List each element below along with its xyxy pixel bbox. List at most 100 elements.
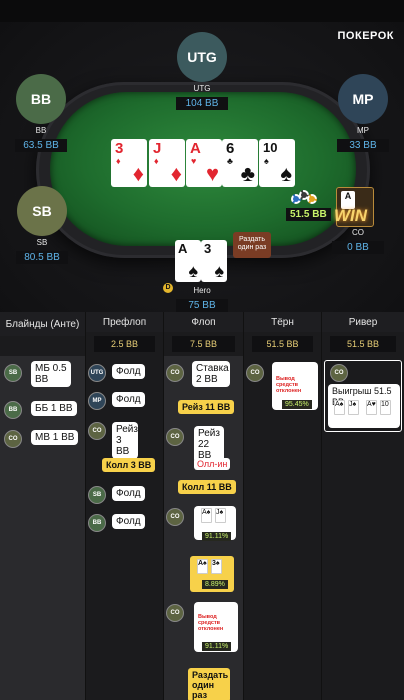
equity-label: 91.11% xyxy=(202,642,232,651)
seat-name: MP xyxy=(357,126,369,135)
allin-label: Олл-ин xyxy=(194,458,231,470)
cashout-text: Вывод средств отклонен xyxy=(198,614,224,632)
win-bubble: Выигрыш 51.5 BB A♠ J♠ A♥ 10 xyxy=(328,384,400,428)
hero-action-bubble: Рейз 11 BB xyxy=(178,400,235,414)
hero-action-bubble: Раздать один раз xyxy=(188,668,230,700)
board-card: 6 ♣ ♣ xyxy=(222,139,258,187)
deal-once-badge: Раздать один раз xyxy=(233,232,271,258)
seat-mp[interactable]: MP MP 33 BB xyxy=(334,74,392,153)
action-bubble: МБ 0.5 BB xyxy=(31,361,71,387)
board-card: 3 ♦ ♦ xyxy=(111,139,147,187)
win-badge: WIN xyxy=(334,206,368,225)
column-title: Флоп xyxy=(164,312,243,332)
avatar: UTG xyxy=(177,32,227,82)
board-card: A ♥ ♥ xyxy=(186,139,222,187)
position-chip: BB xyxy=(4,401,22,419)
position-chip: CO xyxy=(166,508,184,526)
seat-utg[interactable]: UTG UTG 104 BB xyxy=(172,32,232,111)
equity-label: 95.45% xyxy=(282,400,312,409)
card-icon: J♠ xyxy=(215,508,226,523)
hand-replay-screen: ПОКЕРОК UTG UTG 104 BB BB BB 63.5 BB MP … xyxy=(0,0,404,700)
action-bubble: ББ 1 BB xyxy=(31,401,77,416)
column-body: CO Выигрыш 51.5 BB A♠ J♠ A♥ 10 xyxy=(322,356,404,700)
position-chip: CO xyxy=(330,364,348,382)
column-preflop: Префлоп 2.5 BB UTG Фолд MP Фолд CO Рейз … xyxy=(86,312,164,700)
position-chip: UTG xyxy=(88,364,106,382)
column-flop: Флоп 7.5 BB CO Ставка 2 BB Рейз 11 BB CO… xyxy=(164,312,244,700)
position-chip: CO xyxy=(166,364,184,382)
seat-name: CO xyxy=(352,228,364,237)
board-card: J ♦ ♦ xyxy=(149,139,185,187)
column-title: Блайнды (Анте) xyxy=(0,312,85,336)
column-title: Ривер xyxy=(322,312,404,332)
action-bubble: Фолд xyxy=(112,486,145,501)
seat-stack: 80.5 BB xyxy=(16,251,68,264)
hero-card: 3 ♠ xyxy=(201,240,227,282)
action-bubble: Фолд xyxy=(112,392,145,407)
card-icon: A♠ xyxy=(334,400,345,415)
action-bubble: МВ 1 BB xyxy=(31,430,79,445)
action-bubble: Фолд xyxy=(112,514,145,529)
column-blinds: Блайнды (Анте) SB МБ 0.5 BB BB ББ 1 BB C… xyxy=(0,312,86,700)
hero-action-bubble: Колл 3 BB xyxy=(102,458,156,472)
cashout-text: Вывод средств отклонен xyxy=(276,376,302,394)
position-chip: CO xyxy=(4,430,22,448)
card-icon: 10 xyxy=(380,400,391,415)
board-card: 10 ♠ ♠ xyxy=(259,139,295,187)
avatar: BB xyxy=(16,74,66,124)
seat-stack: 104 BB xyxy=(176,97,228,110)
card-icon: 3♠ xyxy=(211,559,222,574)
action-bubble: Фолд xyxy=(112,364,145,379)
seat-name: SB xyxy=(36,238,48,247)
action-bubble: Рейз 3 BB xyxy=(112,422,138,459)
equity-label: 8.89% xyxy=(202,580,228,589)
brand-logo: ПОКЕРОК xyxy=(337,30,394,42)
position-chip: SB xyxy=(4,364,22,382)
position-chip: CO xyxy=(88,422,106,440)
seat-sb[interactable]: SB SB 80.5 BB xyxy=(14,186,70,265)
pot-amount: 51.5 BB xyxy=(286,208,331,221)
column-title: Тёрн xyxy=(244,312,321,332)
seat-stack: 33 BB xyxy=(337,139,389,152)
equity-label: 91.11% xyxy=(202,532,232,541)
column-turn: Тёрн 51.5 BB CO Вывод средств отклонен 9… xyxy=(244,312,322,700)
seat-stack: 0 BB xyxy=(332,241,384,254)
card-icon: J♠ xyxy=(348,400,359,415)
seat-co[interactable]: CO 0 BB xyxy=(330,226,386,255)
card-icon: A♠ xyxy=(201,508,212,523)
hand-history: Блайнды (Анте) SB МБ 0.5 BB BB ББ 1 BB C… xyxy=(0,312,404,700)
card-icon: A♠ xyxy=(197,559,208,574)
position-chip: MP xyxy=(88,392,106,410)
position-chip: SB xyxy=(88,486,106,504)
column-body: CO Вывод средств отклонен 95.45% xyxy=(244,356,321,700)
column-pot: 2.5 BB xyxy=(94,336,155,352)
position-chip: CO xyxy=(166,604,184,622)
column-body: UTG Фолд MP Фолд CO Рейз 3 BB Колл 3 BB … xyxy=(86,356,163,700)
poker-table-area: ПОКЕРОК UTG UTG 104 BB BB BB 63.5 BB MP … xyxy=(0,0,404,312)
column-body: SB МБ 0.5 BB BB ББ 1 BB CO МВ 1 BB xyxy=(0,356,85,700)
position-chip: CO xyxy=(246,364,264,382)
seat-bb[interactable]: BB BB 63.5 BB xyxy=(13,74,69,153)
avatar: SB xyxy=(17,186,67,236)
top-bar xyxy=(0,0,404,22)
seat-stack: 75 BB xyxy=(176,299,228,312)
hero-action-bubble: Колл 11 BB xyxy=(178,480,236,494)
position-chip: BB xyxy=(88,514,106,532)
seat-name: BB xyxy=(35,126,47,135)
column-title: Префлоп xyxy=(86,312,163,332)
seat-stack: 63.5 BB xyxy=(15,139,67,152)
pot-chips-icon xyxy=(291,190,319,208)
column-pot: 51.5 BB xyxy=(330,336,396,352)
position-chip: CO xyxy=(166,428,184,446)
card-icon: A♥ xyxy=(366,400,377,415)
hero-card: A ♠ xyxy=(175,240,201,282)
avatar: MP xyxy=(338,74,388,124)
seat-name: Hero xyxy=(193,286,211,295)
column-pot: 51.5 BB xyxy=(252,336,313,352)
column-pot: 7.5 BB xyxy=(172,336,235,352)
seat-name: UTG xyxy=(193,84,211,93)
column-body: CO Ставка 2 BB Рейз 11 BB CO Рейз 22 BB … xyxy=(164,356,243,700)
seat-hero[interactable]: Hero 75 BB xyxy=(172,284,232,313)
action-bubble: Ставка 2 BB xyxy=(192,361,230,387)
column-river: Ривер 51.5 BB CO Выигрыш 51.5 BB A♠ J♠ A… xyxy=(322,312,404,700)
